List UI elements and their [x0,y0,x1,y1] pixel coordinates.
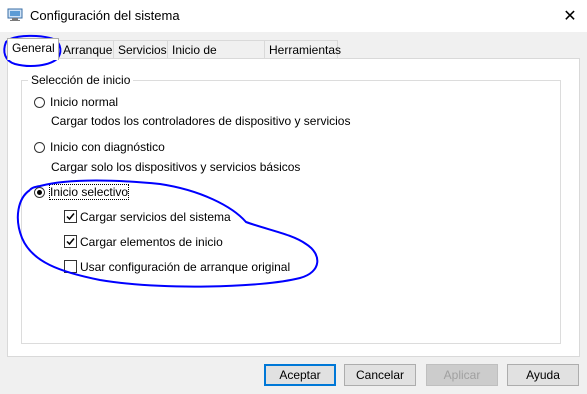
startup-selection-group: Selección de inicio Inicio normal Cargar… [21,73,561,344]
normal-startup-description: Cargar todos los controladores de dispos… [51,114,351,128]
load-system-services-checkbox[interactable] [64,210,77,223]
cancel-button[interactable]: Cancelar [344,364,416,386]
load-startup-items-label[interactable]: Cargar elementos de inicio [80,235,223,249]
tab-arranque[interactable]: Arranque [58,40,114,58]
checkmark-icon [66,213,75,221]
general-tab-panel: Selección de inicio Inicio normal Cargar… [7,58,580,357]
checkmark-icon [66,238,75,246]
normal-startup-radio[interactable] [34,97,45,108]
use-original-boot-config-label[interactable]: Usar configuración de arranque original [80,260,290,274]
tab-general[interactable]: General [7,38,59,60]
tab-servicios[interactable]: Servicios [113,40,168,58]
close-icon: ✕ [563,8,577,25]
tab-inicio-de-windows[interactable]: Inicio de Windows [167,40,265,75]
startup-selection-legend: Selección de inicio [28,73,134,87]
help-button[interactable]: Ayuda [507,364,579,386]
apply-button[interactable]: Aplicar [426,364,498,386]
normal-startup-label[interactable]: Inicio normal [50,95,118,109]
selective-startup-label[interactable]: Inicio selectivo [48,184,130,200]
close-button[interactable]: ✕ [553,0,587,32]
system-config-icon [7,8,23,21]
selective-startup-radio[interactable] [34,187,45,198]
diagnostic-startup-description: Cargar solo los dispositivos y servicios… [51,160,301,174]
load-system-services-label[interactable]: Cargar servicios del sistema [80,210,231,224]
title-bar: Configuración del sistema ✕ [0,0,587,32]
load-startup-items-checkbox[interactable] [64,235,77,248]
diagnostic-startup-label[interactable]: Inicio con diagnóstico [50,140,165,154]
diagnostic-startup-radio[interactable] [34,142,45,153]
use-original-boot-config-checkbox[interactable] [64,260,77,273]
accept-button[interactable]: Aceptar [264,364,336,386]
tab-herramientas[interactable]: Herramientas [264,40,341,58]
window-title: Configuración del sistema [30,8,180,23]
